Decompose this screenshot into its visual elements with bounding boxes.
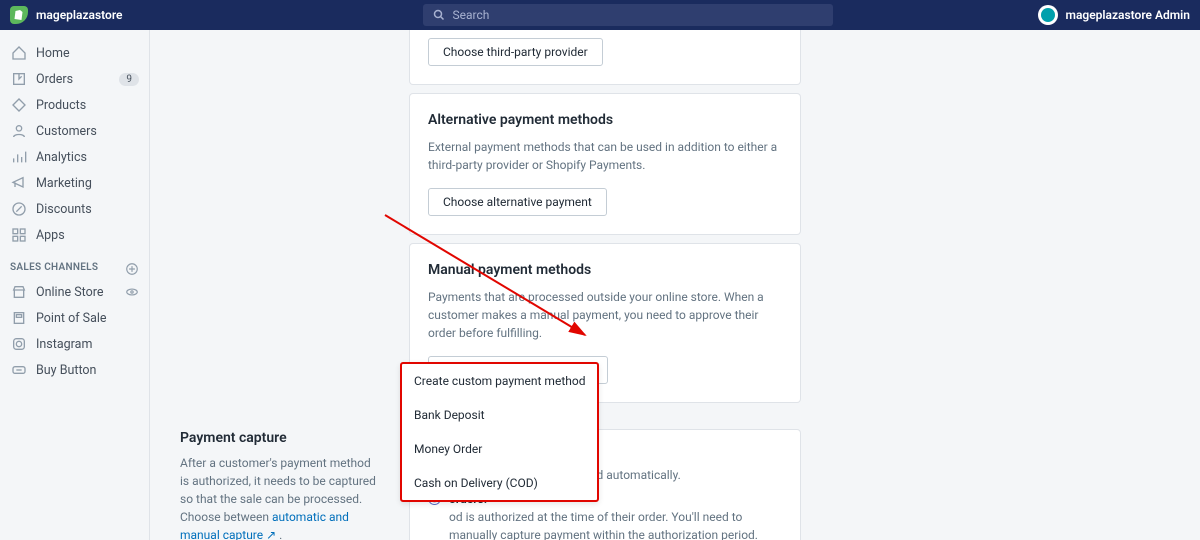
capture-left: Payment capture After a customer's payme… <box>180 430 380 540</box>
manual-dropdown-menu: Create custom payment method Bank Deposi… <box>400 362 599 502</box>
nav-analytics[interactable]: Analytics <box>0 144 149 170</box>
view-store-icon[interactable] <box>125 285 139 299</box>
nav-customers[interactable]: Customers <box>0 118 149 144</box>
nav-orders[interactable]: Orders 9 <box>0 66 149 92</box>
sales-channels-heading: SALES CHANNELS <box>0 248 149 279</box>
nav-instagram[interactable]: Instagram <box>0 331 149 357</box>
alternative-card: Alternative payment methods External pay… <box>410 94 800 234</box>
discounts-icon <box>10 200 28 218</box>
home-icon <box>10 44 28 62</box>
nav-online-store[interactable]: Online Store <box>0 279 149 305</box>
admin-avatar[interactable] <box>1038 5 1058 25</box>
option-bank-deposit[interactable]: Bank Deposit <box>402 398 597 432</box>
products-icon <box>10 96 28 114</box>
manual-card: Manual payment methods Payments that are… <box>410 244 800 402</box>
apps-icon <box>10 226 28 244</box>
manual-title: Manual payment methods <box>428 262 782 278</box>
search-placeholder: Search <box>453 8 490 22</box>
option-cod[interactable]: Cash on Delivery (COD) <box>402 466 597 500</box>
nav-pos[interactable]: Point of Sale <box>0 305 149 331</box>
add-channel-icon[interactable] <box>125 262 139 276</box>
marketing-icon <box>10 174 28 192</box>
orders-icon <box>10 70 28 88</box>
nav-marketing[interactable]: Marketing <box>0 170 149 196</box>
alternative-title: Alternative payment methods <box>428 112 782 128</box>
orders-badge: 9 <box>119 73 139 86</box>
instagram-icon <box>10 335 28 353</box>
option-money-order[interactable]: Money Order <box>402 432 597 466</box>
manual-desc: Payments that are processed outside your… <box>428 288 782 342</box>
store-name: mageplazastore <box>36 8 123 22</box>
admin-name: mageplazastore Admin <box>1066 8 1190 22</box>
nav-buy-button[interactable]: Buy Button <box>0 357 149 383</box>
customers-icon <box>10 122 28 140</box>
nav-home[interactable]: Home <box>0 40 149 66</box>
pos-icon <box>10 309 28 327</box>
choose-alternative-button[interactable]: Choose alternative payment <box>428 188 607 216</box>
option-custom[interactable]: Create custom payment method <box>402 364 597 398</box>
buy-button-icon <box>10 361 28 379</box>
main-content: Choose third-party provider Alternative … <box>150 30 1200 540</box>
nav-apps[interactable]: Apps <box>0 222 149 248</box>
capture-desc: After a customer's payment method is aut… <box>180 454 380 540</box>
sidebar: Home Orders 9 Products Customers Analyti… <box>0 30 150 540</box>
nav-products[interactable]: Products <box>0 92 149 118</box>
choose-third-party-button[interactable]: Choose third-party provider <box>428 38 603 66</box>
nav-discounts[interactable]: Discounts <box>0 196 149 222</box>
capture-title: Payment capture <box>180 430 380 446</box>
online-store-icon <box>10 283 28 301</box>
alternative-desc: External payment methods that can be use… <box>428 138 782 174</box>
third-party-card: Choose third-party provider <box>410 30 800 84</box>
topbar: mageplazastore Search mageplazastore Adm… <box>0 0 1200 30</box>
search-input[interactable]: Search <box>423 4 833 26</box>
analytics-icon <box>10 148 28 166</box>
shopify-logo-icon <box>10 6 28 24</box>
